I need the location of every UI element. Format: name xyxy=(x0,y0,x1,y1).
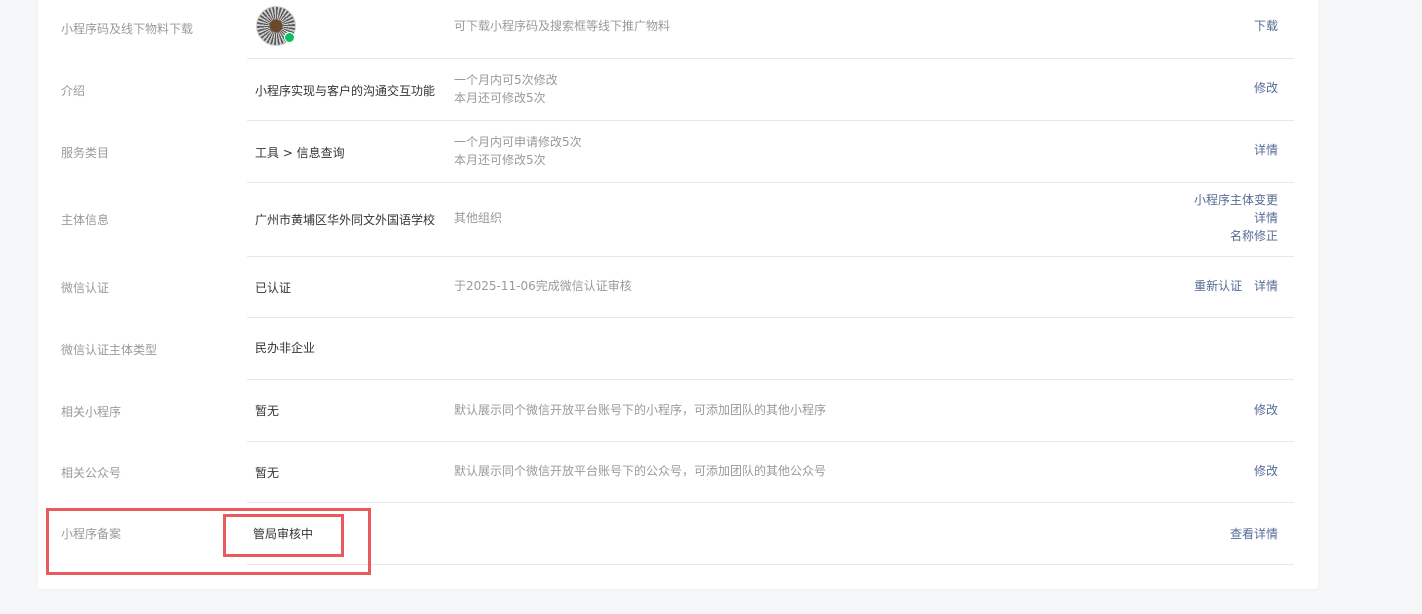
desc-line: 于2025-11-06完成微信认证审核 xyxy=(454,279,632,293)
row-label: 相关公众号 xyxy=(61,466,122,480)
related-accounts-value: 暂无 xyxy=(255,466,280,480)
desc-line: 本月还可修改5次 xyxy=(454,91,546,105)
row-filing: 小程序备案 管局审核中 查看详情 xyxy=(38,503,1318,565)
row-label: 服务类目 xyxy=(61,146,110,160)
row-actions: 重新认证 详情 xyxy=(1194,277,1278,295)
entity-value: 广州市黄埔区华外同文外国语学校 xyxy=(255,213,436,227)
row-cert-entity-type: 微信认证主体类型 民办非企业 xyxy=(38,318,1318,380)
settings-card: 小程序码及线下物料下载 可下载小程序码及搜索框等线下推广物料 下载 介绍 小程序… xyxy=(38,0,1318,589)
row-desc: 可下载小程序码及搜索框等线下推广物料 xyxy=(454,17,670,35)
qr-code-icon xyxy=(256,6,296,46)
row-desc: 一个月内可5次修改 本月还可修改5次 xyxy=(454,71,558,107)
entity-change-link[interactable]: 小程序主体变更 xyxy=(1194,191,1278,209)
intro-value: 小程序实现与客户的沟通交互功能 xyxy=(255,84,436,98)
row-label: 微信认证 xyxy=(61,281,110,295)
edit-related-accounts-link[interactable]: 修改 xyxy=(1254,464,1278,478)
row-label: 微信认证主体类型 xyxy=(61,343,158,357)
edit-intro-link[interactable]: 修改 xyxy=(1254,81,1278,95)
desc-line: 其他组织 xyxy=(454,211,503,225)
row-label: 主体信息 xyxy=(61,213,110,227)
row-label: 小程序备案 xyxy=(61,527,122,541)
desc-line: 本月还可修改5次 xyxy=(454,153,546,167)
entity-type-value: 民办非企业 xyxy=(255,341,316,355)
row-actions: 修改 xyxy=(1254,401,1278,419)
row-label: 小程序码及线下物料下载 xyxy=(61,22,194,36)
row-intro: 介绍 小程序实现与客户的沟通交互功能 一个月内可5次修改 本月还可修改5次 修改 xyxy=(38,59,1318,121)
row-service-category: 服务类目 工具 > 信息查询 一个月内可申请修改5次 本月还可修改5次 详情 xyxy=(38,121,1318,183)
row-entity-info: 主体信息 广州市黄埔区华外同文外国语学校 其他组织 小程序主体变更 详情 名称修… xyxy=(38,183,1318,257)
entity-details-link[interactable]: 详情 xyxy=(1194,209,1278,227)
row-related-official-accounts: 相关公众号 暂无 默认展示同个微信开放平台账号下的公众号，可添加团队的其他公众号… xyxy=(38,442,1318,503)
row-actions: 详情 xyxy=(1254,141,1278,159)
view-filing-details-link[interactable]: 查看详情 xyxy=(1230,527,1278,541)
row-qr-download: 小程序码及线下物料下载 可下载小程序码及搜索框等线下推广物料 下载 xyxy=(38,0,1318,59)
row-actions: 修改 xyxy=(1254,79,1278,97)
row-desc: 于2025-11-06完成微信认证审核 xyxy=(454,277,632,295)
desc-line: 一个月内可5次修改 xyxy=(454,73,558,87)
category-details-link[interactable]: 详情 xyxy=(1254,143,1278,157)
row-related-miniprograms: 相关小程序 暂无 默认展示同个微信开放平台账号下的小程序，可添加团队的其他小程序… xyxy=(38,380,1318,442)
divider xyxy=(247,564,1294,565)
row-actions: 小程序主体变更 详情 名称修正 xyxy=(1194,191,1278,245)
desc-line: 默认展示同个微信开放平台账号下的小程序，可添加团队的其他小程序 xyxy=(454,403,827,417)
verified-badge-icon xyxy=(284,32,295,43)
desc-line: 可下载小程序码及搜索框等线下推广物料 xyxy=(454,19,671,33)
name-correction-link[interactable]: 名称修正 xyxy=(1194,227,1278,245)
filing-status-value: 管局审核中 xyxy=(253,527,314,541)
row-actions: 下载 xyxy=(1254,17,1278,35)
desc-line: 一个月内可申请修改5次 xyxy=(454,135,582,149)
row-desc: 其他组织 xyxy=(454,209,502,227)
edit-related-miniprograms-link[interactable]: 修改 xyxy=(1254,403,1278,417)
download-link[interactable]: 下载 xyxy=(1254,19,1278,33)
related-miniprograms-value: 暂无 xyxy=(255,404,280,418)
row-desc: 默认展示同个微信开放平台账号下的公众号，可添加团队的其他公众号 xyxy=(454,462,826,480)
category-value: 工具 > 信息查询 xyxy=(255,146,345,160)
row-wechat-cert: 微信认证 已认证 于2025-11-06完成微信认证审核 重新认证 详情 xyxy=(38,257,1318,318)
row-desc: 默认展示同个微信开放平台账号下的小程序，可添加团队的其他小程序 xyxy=(454,401,826,419)
row-label: 相关小程序 xyxy=(61,405,122,419)
cert-status-value: 已认证 xyxy=(255,281,292,295)
row-actions: 修改 xyxy=(1254,462,1278,480)
cert-details-link[interactable]: 详情 xyxy=(1254,279,1278,293)
row-desc: 一个月内可申请修改5次 本月还可修改5次 xyxy=(454,133,582,169)
row-label: 介绍 xyxy=(61,84,86,98)
row-actions: 查看详情 xyxy=(1230,525,1278,543)
desc-line: 默认展示同个微信开放平台账号下的公众号，可添加团队的其他公众号 xyxy=(454,464,827,478)
recertify-link[interactable]: 重新认证 xyxy=(1194,279,1242,293)
